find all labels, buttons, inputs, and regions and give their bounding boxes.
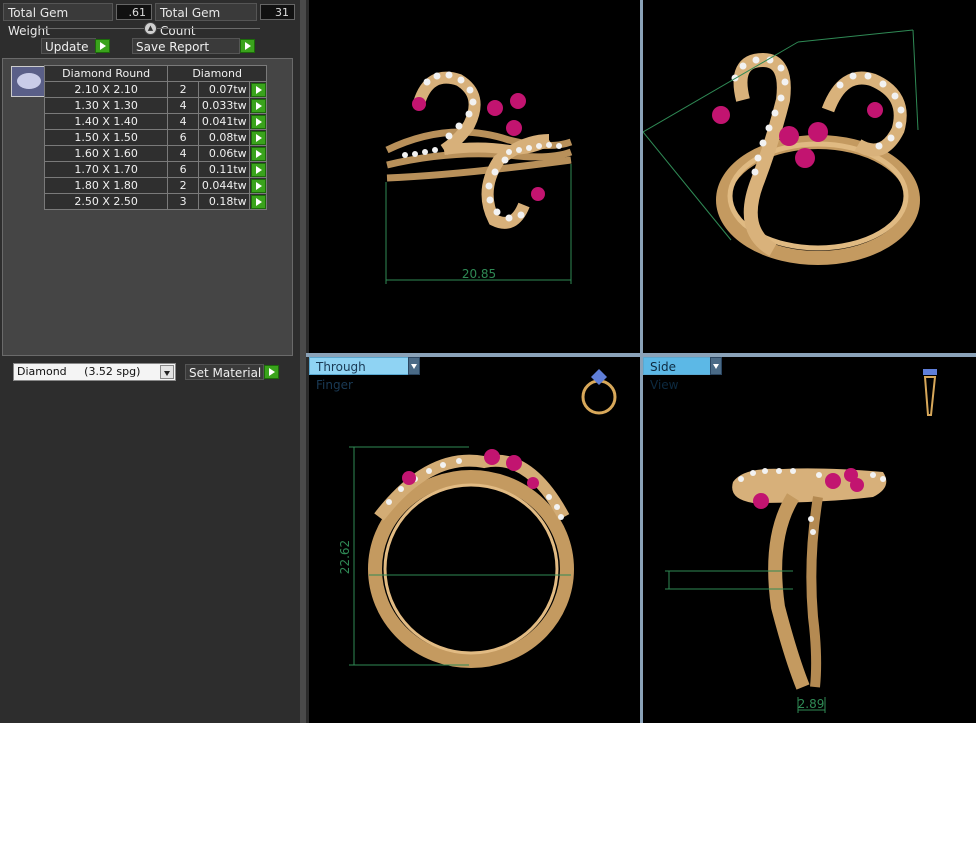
gem-weight-cell: 0.11tw [197, 161, 250, 178]
app-window: Total Gem Weight .61 Total Gem Count 31 … [0, 0, 976, 723]
material-select[interactable]: Diamond (3.52 spg) [13, 363, 176, 381]
viewport-through-finger[interactable]: Through Finger 22.62 [309, 357, 640, 723]
total-gem-weight-label: Total Gem Weight [3, 3, 113, 38]
table-row: 1.60 X 1.60 4 0.06tw [43, 145, 268, 162]
gem-weight-cell: 0.08tw [197, 129, 250, 146]
total-gem-weight-value: .61 [116, 4, 152, 20]
chevron-down-icon[interactable] [160, 365, 174, 379]
gem-count-cell: 3 [167, 193, 199, 210]
set-material-go-icon[interactable] [264, 365, 279, 379]
update-button[interactable]: Update [41, 38, 96, 54]
viewport-side-view[interactable]: Side View 2.89 [643, 357, 976, 723]
set-material-button[interactable]: Set Material [185, 364, 264, 380]
go-arrow-icon[interactable] [250, 163, 266, 177]
gem-weight-cell: 0.18tw [197, 193, 250, 210]
gem-size-cell: 1.40 X 1.40 [43, 113, 169, 130]
gem-size-cell: 1.30 X 1.30 [43, 97, 169, 114]
gem-count-cell: 6 [167, 161, 199, 178]
total-gem-count-label: Total Gem Count [155, 3, 257, 38]
gem-count-cell: 6 [167, 129, 199, 146]
material-selected: Diamond (3.52 spg) [17, 365, 141, 378]
gem-weight-cell: 0.044tw [197, 177, 250, 194]
table-row: 1.80 X 1.80 2 0.044tw [43, 177, 268, 194]
gem-weight-cell: 0.06tw [197, 145, 250, 162]
table-row: 2.50 X 2.50 3 0.18tw [43, 193, 268, 210]
panel-splitter[interactable] [300, 0, 306, 723]
gem-row-action[interactable] [248, 161, 268, 178]
gem-weight-cell: 0.033tw [197, 97, 250, 114]
gem-weight-cell: 0.07tw [197, 81, 250, 98]
go-arrow-icon[interactable] [250, 131, 266, 145]
go-arrow-icon[interactable] [250, 195, 266, 209]
total-gem-count-value: 31 [260, 4, 295, 20]
gem-row-action[interactable] [248, 177, 268, 194]
gem-table: Diamond Round Diamond 2.10 X 2.10 2 0.07tw… [43, 65, 268, 210]
gem-row-action[interactable] [248, 81, 268, 98]
table-row: 2.10 X 2.10 2 0.07tw [43, 81, 268, 98]
gem-count-cell: 2 [167, 177, 199, 194]
gem-report-panel: Total Gem Weight .61 Total Gem Count 31 … [0, 0, 300, 723]
table-row: 1.30 X 1.30 4 0.033tw [43, 97, 268, 114]
go-arrow-icon[interactable] [250, 115, 266, 129]
diamond-round-icon [11, 66, 45, 97]
viewport-top[interactable]: 20.85 [309, 0, 640, 353]
gem-count-cell: 4 [167, 97, 199, 114]
gem-size-cell: 1.80 X 1.80 [43, 177, 169, 194]
go-arrow-icon[interactable] [250, 83, 266, 97]
gem-count-cell: 4 [167, 113, 199, 130]
gem-size-cell: 1.50 X 1.50 [43, 129, 169, 146]
gem-size-cell: 2.10 X 2.10 [43, 81, 169, 98]
gem-row-action[interactable] [248, 97, 268, 114]
dimension-finger-height: 22.62 [338, 540, 352, 574]
table-row: 1.70 X 1.70 6 0.11tw [43, 161, 268, 178]
viewport-perspective[interactable] [643, 0, 976, 353]
dimension-top-width: 20.85 [462, 267, 496, 281]
collapse-icon[interactable]: ▲ [144, 22, 157, 35]
column-header-shape: Diamond Round [43, 65, 169, 82]
save-report-button[interactable]: Save Report [132, 38, 240, 54]
ring-side-thumbnail-icon [923, 369, 937, 416]
gem-row-action[interactable] [248, 193, 268, 210]
gem-row-action[interactable] [248, 113, 268, 130]
ring-perspective-render [643, 29, 920, 265]
go-arrow-icon[interactable] [250, 179, 266, 193]
go-arrow-icon[interactable] [250, 147, 266, 161]
gem-size-cell: 2.50 X 2.50 [43, 193, 169, 210]
gem-count-cell: 2 [167, 81, 199, 98]
ring-front-render: 22.62 [338, 369, 617, 668]
gem-size-cell: 1.70 X 1.70 [43, 161, 169, 178]
ring-thumbnail-icon [581, 369, 617, 415]
gem-row-action[interactable] [248, 145, 268, 162]
go-arrow-icon[interactable] [250, 99, 266, 113]
table-row: 1.50 X 1.50 6 0.08tw [43, 129, 268, 146]
gem-weight-cell: 0.041tw [197, 113, 250, 130]
gem-size-cell: 1.60 X 1.60 [43, 145, 169, 162]
dimension-side-depth: 2.89 [798, 697, 825, 711]
ring-side-render: 2.89 [665, 369, 937, 713]
table-row: 1.40 X 1.40 4 0.041tw [43, 113, 268, 130]
save-report-go-icon[interactable] [240, 39, 255, 53]
ring-top-render: 20.85 [385, 71, 573, 284]
column-header-stone: Diamond [167, 65, 267, 82]
gem-count-cell: 4 [167, 145, 199, 162]
gem-row-action[interactable] [248, 129, 268, 146]
update-go-icon[interactable] [95, 39, 110, 53]
